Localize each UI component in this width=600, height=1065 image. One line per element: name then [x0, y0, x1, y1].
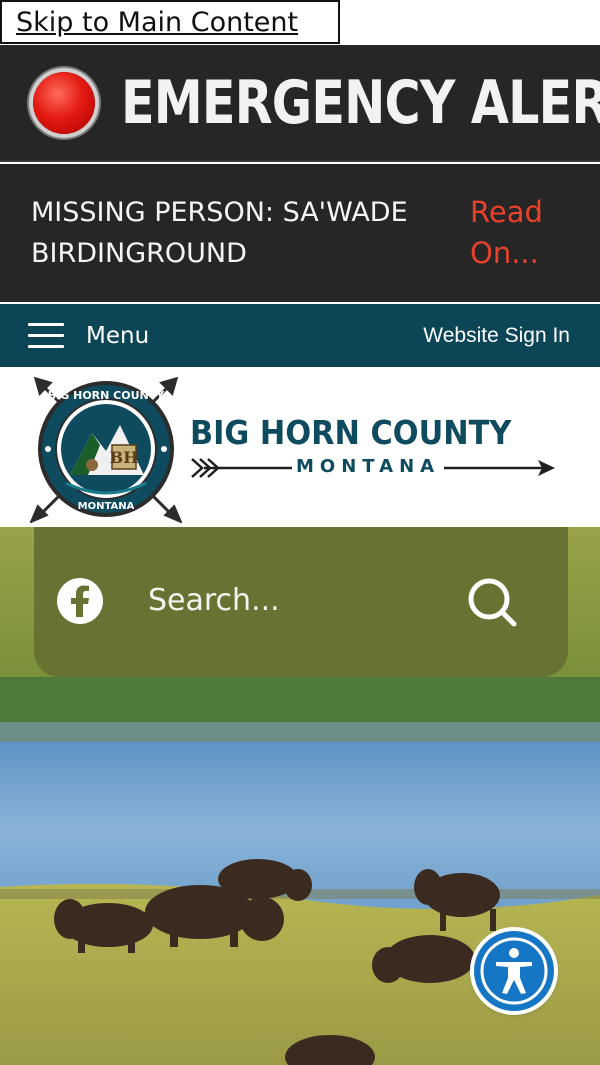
site-header-logo[interactable]: BH BIG HORN COUNTY MONTANA BIG HORN COUN… [0, 367, 600, 527]
facebook-icon[interactable] [56, 577, 104, 625]
skip-to-main-content-link[interactable]: Skip to Main Content [16, 7, 298, 38]
website-sign-in-link[interactable]: Website Sign In [423, 324, 570, 348]
svg-text:MONTANA: MONTANA [78, 501, 135, 512]
accessibility-icon [480, 937, 548, 1005]
top-navigation-bar: Menu Website Sign In [0, 304, 600, 367]
alert-indicator-icon [33, 71, 95, 134]
svg-text:BH: BH [110, 448, 139, 467]
menu-button[interactable]: Menu [86, 323, 149, 349]
skip-link-container: Skip to Main Content [0, 0, 340, 44]
accessibility-button[interactable] [474, 931, 554, 1011]
hamburger-icon[interactable] [28, 322, 64, 349]
county-seal-logo: BH BIG HORN COUNTY MONTANA [30, 376, 182, 523]
emergency-alert-message: MISSING PERSON: SA'WADE BIRDINGROUND Rea… [0, 164, 600, 302]
read-on-link[interactable]: Read On... [470, 192, 580, 274]
emergency-alert-banner: EMERGENCY ALERT [0, 45, 600, 162]
search-input[interactable]: Search... [148, 583, 280, 618]
county-name: BIG HORN COUNTY [190, 413, 512, 452]
emergency-alert-title: EMERGENCY ALERT [121, 67, 600, 138]
search-panel: Search... [34, 527, 568, 677]
state-name: MONTANA [292, 456, 445, 477]
search-icon[interactable] [464, 574, 520, 630]
alert-message-text: MISSING PERSON: SA'WADE BIRDINGROUND [31, 197, 408, 269]
svg-text:BIG HORN COUNTY: BIG HORN COUNTY [48, 389, 165, 402]
